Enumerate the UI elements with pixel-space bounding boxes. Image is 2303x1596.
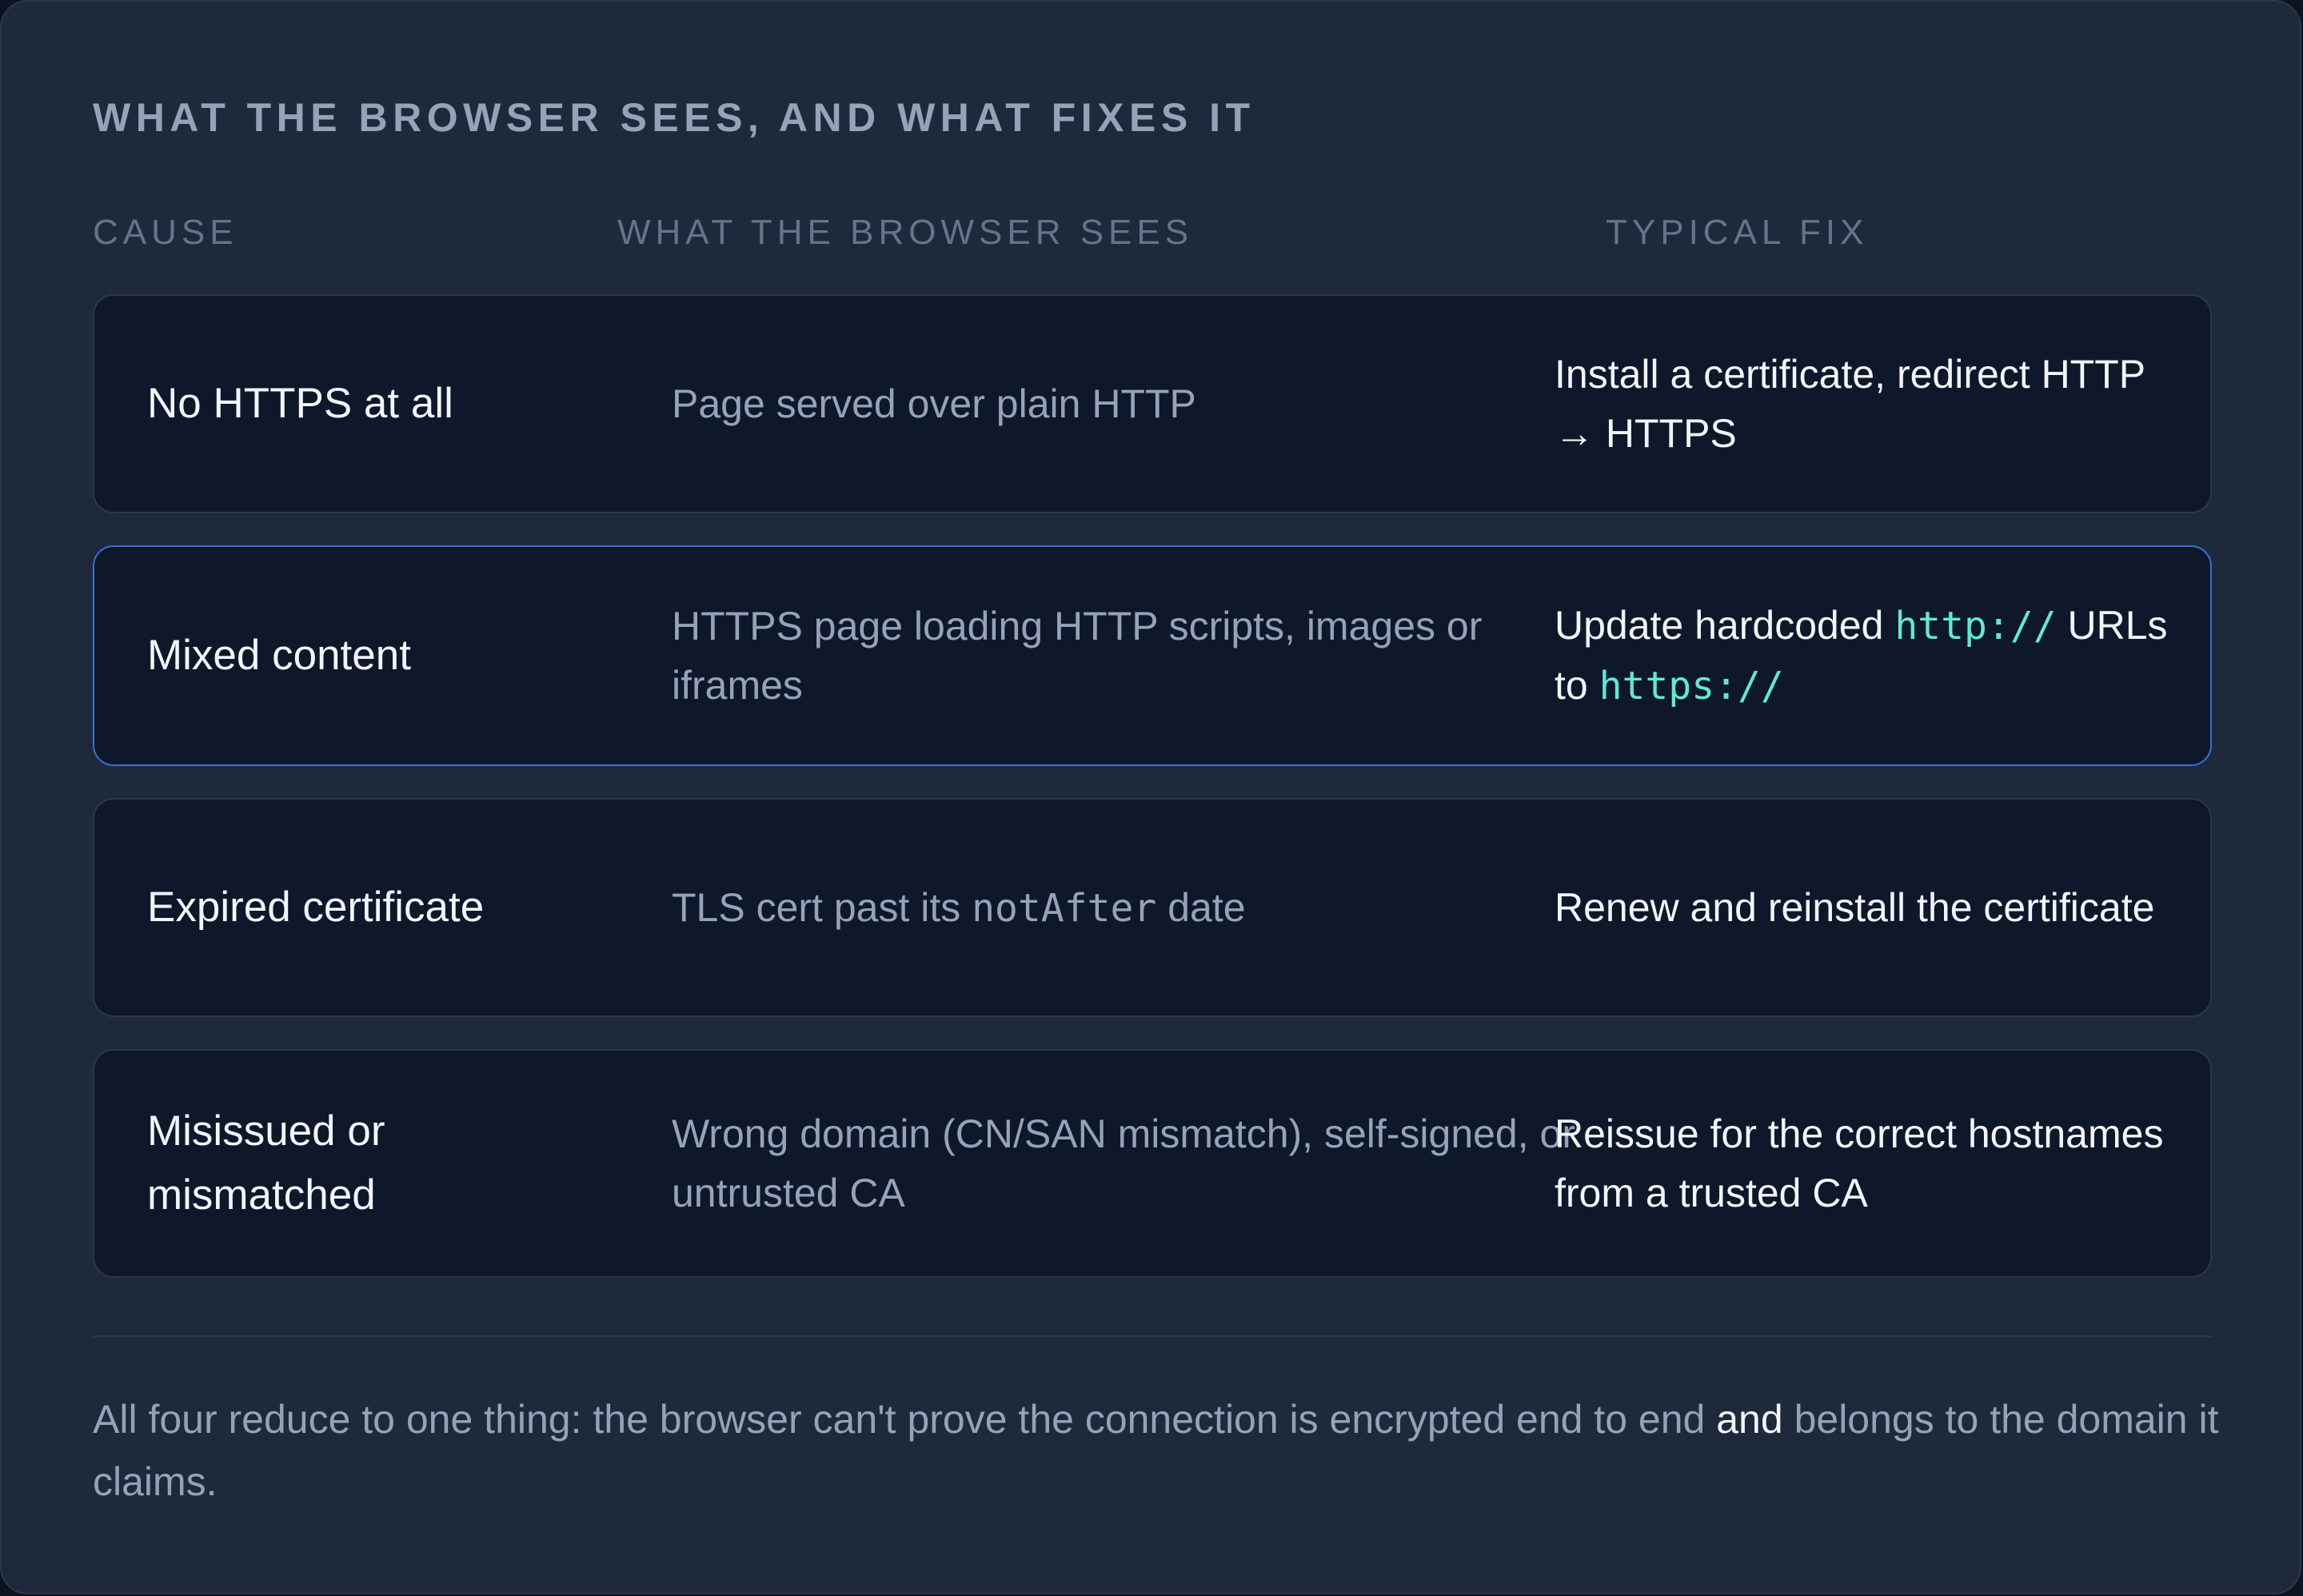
browser-sees-text: Wrong domain (CN/SAN mismatch), self-sig… [672,1111,1575,1215]
cause-cell: Expired certificate [147,800,595,1015]
explainer-card: WHAT THE BROWSER SEES, AND WHAT FIXES IT… [0,0,2301,1594]
fix-text-part: Update hardcoded [1555,603,1895,648]
column-header-cause: CAUSE [93,213,238,252]
column-header-browser-sees: WHAT THE BROWSER SEES [617,213,1194,252]
cause-text: Mixed content [147,632,411,679]
fix-cell: Install a certificate, redirect HTTP → H… [1555,296,2178,512]
code-https: https:// [1599,664,1784,708]
browser-sees-part: TLS cert past its [672,884,972,930]
browser-sees-cell: HTTPS page loading HTTP scripts, images … [672,547,1583,764]
column-header-typical-fix: TYPICAL FIX [1606,213,1869,252]
code-http: http:// [1894,604,2057,648]
fix-text: Update hardcoded http:// URLs to https:/… [1555,596,2178,716]
browser-sees-text: HTTPS page loading HTTP scripts, images … [672,604,1483,708]
fix-cell: Renew and reinstall the certificate [1555,800,2178,1015]
cause-cell: No HTTPS at all [147,296,595,512]
table-row-mixed-content: Mixed content HTTPS page loading HTTP sc… [93,545,2212,766]
cause-text: Expired certificate [147,884,485,931]
cause-text: No HTTPS at all [147,380,453,427]
browser-sees-text: Page served over plain HTTP [672,381,1196,426]
browser-sees-cell: TLS cert past its notAfter date [672,800,1583,1015]
fix-text: Reissue for the correct hostnames from a… [1555,1111,2164,1215]
fix-cell: Reissue for the correct hostnames from a… [1555,1051,2178,1276]
card-title: WHAT THE BROWSER SEES, AND WHAT FIXES IT [93,95,1255,140]
table-row-expired-certificate: Expired certificate TLS cert past its no… [93,798,2212,1017]
summary-note: All four reduce to one thing: the browse… [93,1388,2220,1513]
browser-sees-part: date [1156,884,1246,930]
browser-sees-cell: Page served over plain HTTP [672,296,1583,512]
summary-text: All four reduce to one thing: the browse… [93,1397,1717,1442]
table-row-no-https: No HTTPS at all Page served over plain H… [93,294,2212,513]
summary-emphasis: and [1716,1397,1783,1442]
cause-cell: Mixed content [147,547,595,764]
code-notafter: notAfter [972,885,1157,931]
fix-cell: Update hardcoded http:// URLs to https:/… [1555,547,2178,764]
browser-sees-text: TLS cert past its notAfter date [672,878,1246,938]
cause-cell: Misissued or mismatched [147,1051,595,1276]
table-row-misissued: Misissued or mismatched Wrong domain (CN… [93,1049,2212,1278]
fix-text: Install a certificate, redirect HTTP → H… [1555,352,2145,456]
browser-sees-cell: Wrong domain (CN/SAN mismatch), self-sig… [672,1051,1583,1276]
divider [93,1335,2212,1337]
fix-text: Renew and reinstall the certificate [1555,885,2155,930]
cause-text: Misissued or mismatched [147,1107,385,1219]
